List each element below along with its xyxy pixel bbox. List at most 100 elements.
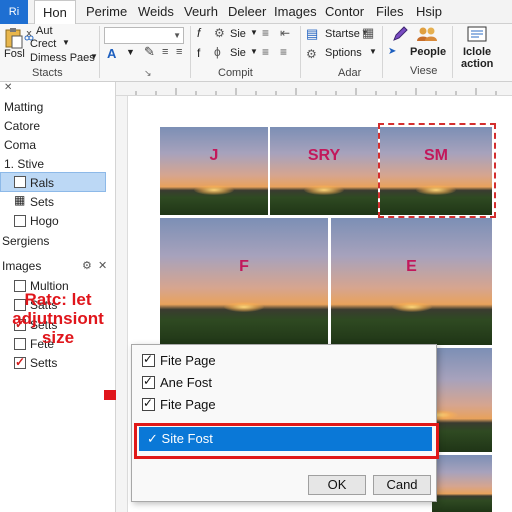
tab-files[interactable]: Files — [376, 4, 403, 19]
nav-item-coma[interactable]: Coma — [4, 138, 36, 152]
symbol-icon[interactable]: ϕ — [214, 45, 221, 59]
align-right-icon[interactable]: ≡ — [280, 45, 287, 59]
photo-tile-sry[interactable]: SRY — [270, 127, 378, 215]
bullet-list-icon[interactable]: ≡ — [162, 46, 168, 58]
align-left-icon[interactable]: ≡ — [262, 45, 269, 59]
chevron-down-icon[interactable]: ▼ — [90, 52, 98, 61]
nav-item-matting[interactable]: Matting — [4, 100, 43, 114]
italic-icon[interactable]: f — [197, 46, 200, 60]
chevron-down-icon[interactable]: ▼ — [369, 47, 377, 56]
vertical-ruler[interactable] — [116, 96, 128, 512]
tab-hsip[interactable]: Hsip — [416, 4, 442, 19]
italic-icon[interactable]: f — [197, 26, 200, 40]
font-name-combo[interactable]: ▼ — [104, 27, 184, 44]
format-icon[interactable]: ⚙ — [214, 26, 225, 40]
menu-tab-bar: Ri Hon Perime Weids Veurh Deleer Images … — [0, 0, 512, 24]
group-label-viese: Viese — [410, 65, 438, 77]
tab-perime[interactable]: Perime — [86, 4, 127, 19]
crect-label[interactable]: Crect — [30, 38, 56, 50]
startse-label[interactable]: Startse — [325, 28, 360, 40]
sptions-label[interactable]: Sptions — [325, 47, 362, 59]
tab-weids[interactable]: Weids — [138, 4, 174, 19]
vie-icon[interactable]: ➤ — [388, 46, 396, 57]
checkbox-rals[interactable] — [14, 176, 26, 188]
people-icon[interactable] — [416, 26, 438, 47]
dialog-launcher-icon[interactable]: ↘ — [144, 68, 152, 79]
option-row-fite-page-1[interactable]: Fite Page — [142, 352, 216, 368]
paste-label[interactable]: Fosl — [4, 48, 25, 60]
ok-button[interactable]: OK — [308, 475, 366, 495]
styles-icon[interactable]: ▤ — [306, 26, 318, 42]
iclole-label[interactable]: Iclole — [463, 46, 491, 58]
tab-deleer[interactable]: Deleer — [228, 4, 266, 19]
sie-1-label[interactable]: Sie — [230, 28, 246, 40]
ribbon-divider — [190, 26, 191, 78]
font-color-button[interactable]: A — [107, 46, 116, 61]
app-window: Ri Hon Perime Weids Veurh Deleer Images … — [0, 0, 512, 512]
checkbox-setts-2[interactable] — [14, 355, 26, 369]
tab-contor[interactable]: Contor — [325, 4, 364, 19]
option-checkbox[interactable] — [142, 352, 155, 367]
option-row-fite-page-2[interactable]: Fite Page — [142, 396, 216, 412]
options-icon[interactable]: ⚙ — [306, 47, 317, 61]
ribbon-divider — [452, 26, 453, 78]
photo-tile-bottom-right[interactable] — [432, 348, 492, 452]
nav-item-setts-2[interactable]: Setts — [30, 356, 57, 370]
tab-home[interactable]: Hon — [34, 0, 76, 24]
photo-label: E — [406, 258, 417, 275]
nav-item-hogo[interactable]: Hogo — [30, 214, 59, 228]
chevron-down-icon[interactable]: ▼ — [250, 28, 258, 37]
annotation-callout-text: Ratc: let adjutnsiont size — [12, 290, 104, 347]
grid-icon: ▦ — [14, 193, 26, 207]
photo-tile-f[interactable]: F — [160, 218, 328, 345]
option-row-site-fost-selected[interactable]: ✓ Site Fost — [139, 427, 432, 451]
align-icon[interactable]: ≡ — [262, 26, 269, 40]
ribbon-toolbar: Fosl Aut Crect ▼ Dimess Paes ▼ Stacts ▼ … — [0, 24, 512, 82]
photo-label: F — [239, 258, 249, 275]
group-label-stacts: Stacts — [32, 67, 63, 79]
checkbox-hogo[interactable] — [14, 215, 26, 227]
app-logo-icon[interactable]: Ri — [0, 0, 28, 24]
option-row-ane-fost[interactable]: Ane Fost — [142, 374, 212, 390]
photo-label: J — [209, 147, 219, 164]
photo-tile-j[interactable]: J — [160, 127, 268, 215]
nav-item-sergiens[interactable]: Sergiens — [2, 234, 49, 248]
aut-label[interactable]: Aut — [36, 25, 53, 37]
indent-icon[interactable]: ⇤ — [280, 26, 290, 40]
tab-images[interactable]: Images — [274, 4, 317, 19]
ribbon-divider — [99, 26, 100, 78]
tab-veurh[interactable]: Veurh — [184, 4, 218, 19]
pen-icon[interactable] — [392, 26, 408, 47]
option-label: Site Fost — [161, 431, 213, 446]
settings-icon[interactable]: ⚙ — [82, 259, 92, 272]
numbered-list-icon[interactable]: ≡ — [176, 46, 182, 58]
option-checkbox[interactable] — [142, 396, 155, 411]
selection-outline — [378, 123, 496, 218]
nav-item-sets[interactable]: Sets — [30, 195, 54, 209]
chevron-down-icon[interactable]: ▼ — [126, 47, 135, 57]
highlighter-icon[interactable]: ✎ — [144, 44, 155, 60]
ribbon-divider — [382, 26, 383, 78]
chevron-down-icon[interactable]: ▼ — [62, 38, 70, 47]
grid-icon[interactable]: ▦ — [362, 25, 374, 41]
photo-label: SRY — [307, 147, 341, 164]
nav-item-images[interactable]: Images — [2, 259, 41, 273]
action-label[interactable]: action — [461, 58, 493, 70]
close-icon[interactable]: ✕ — [98, 259, 107, 272]
people-label[interactable]: People — [410, 46, 446, 58]
sie-2-label[interactable]: Sie — [230, 47, 246, 59]
fit-options-dialog: Fite Page Ane Fost Fite Page ✓ Site Fost… — [131, 344, 439, 502]
photo-tile-bottom-right-2[interactable] — [432, 455, 492, 512]
group-label-adar: Adar — [338, 67, 362, 79]
horizontal-ruler[interactable] — [116, 82, 512, 96]
nav-item-rals[interactable]: Rals — [30, 176, 54, 190]
photo-tile-e[interactable]: E — [331, 218, 492, 345]
nav-item-stive[interactable]: 1. Stive — [4, 157, 44, 171]
dimess-paes-label[interactable]: Dimess Paes — [30, 52, 95, 64]
pin-icon[interactable]: ✕ — [4, 82, 12, 93]
nav-item-catore[interactable]: Catore — [4, 119, 40, 133]
option-label: Fite Page — [160, 353, 216, 368]
chevron-down-icon[interactable]: ▼ — [250, 47, 258, 56]
cancel-button[interactable]: Cand — [373, 475, 431, 495]
option-checkbox[interactable] — [142, 374, 155, 389]
